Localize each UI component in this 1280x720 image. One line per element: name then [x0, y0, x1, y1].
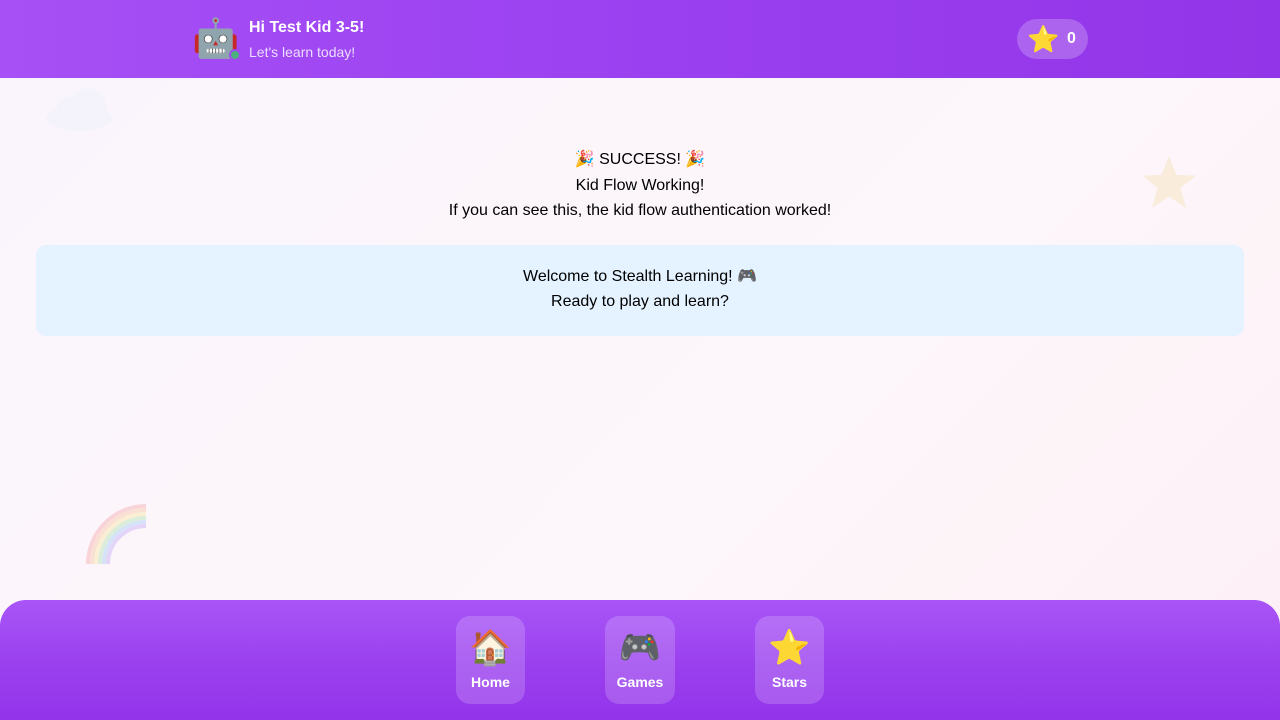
nav-stars-label: Stars — [771, 674, 808, 690]
home-icon: 🏠 — [469, 629, 512, 667]
welcome-subtext: Ready to play and learn? — [551, 293, 729, 310]
star-icon: ⭐ — [768, 629, 811, 667]
online-status-dot — [229, 49, 241, 61]
bottom-nav: 🏠 Home 🎮 Games ⭐ Stars — [0, 600, 1280, 720]
cloud-icon — [46, 88, 112, 131]
rainbow-icon — [86, 504, 147, 565]
welcome-heading: Welcome to Stealth Learning! 🎮 — [523, 268, 757, 285]
nav-home-label: Home — [471, 674, 510, 690]
star-count-badge[interactable]: ⭐ 0 — [1017, 19, 1088, 59]
nav-games-label: Games — [616, 674, 664, 690]
gamepad-icon: 🎮 — [618, 629, 662, 667]
flow-status-text: Kid Flow Working! — [575, 177, 705, 194]
star-icon: ⭐ — [1027, 24, 1060, 54]
welcome-panel: Welcome to Stealth Learning! 🎮 Ready to … — [36, 245, 1244, 336]
greeting-title: Hi Test Kid 3-5! — [249, 19, 365, 36]
greeting-subtitle: Let's learn today! — [249, 44, 356, 60]
nav-stars-button[interactable]: ⭐ Stars — [755, 616, 824, 704]
top-header: 🤖 Hi Test Kid 3-5! Let's learn today! ⭐ … — [0, 0, 1280, 78]
auth-message-text: If you can see this, the kid flow authen… — [448, 202, 832, 219]
star-count: 0 — [1067, 30, 1076, 47]
nav-games-button[interactable]: 🎮 Games — [605, 616, 675, 704]
nav-home-button[interactable]: 🏠 Home — [456, 616, 525, 704]
success-title: 🎉 SUCCESS! 🎉 — [574, 151, 706, 168]
